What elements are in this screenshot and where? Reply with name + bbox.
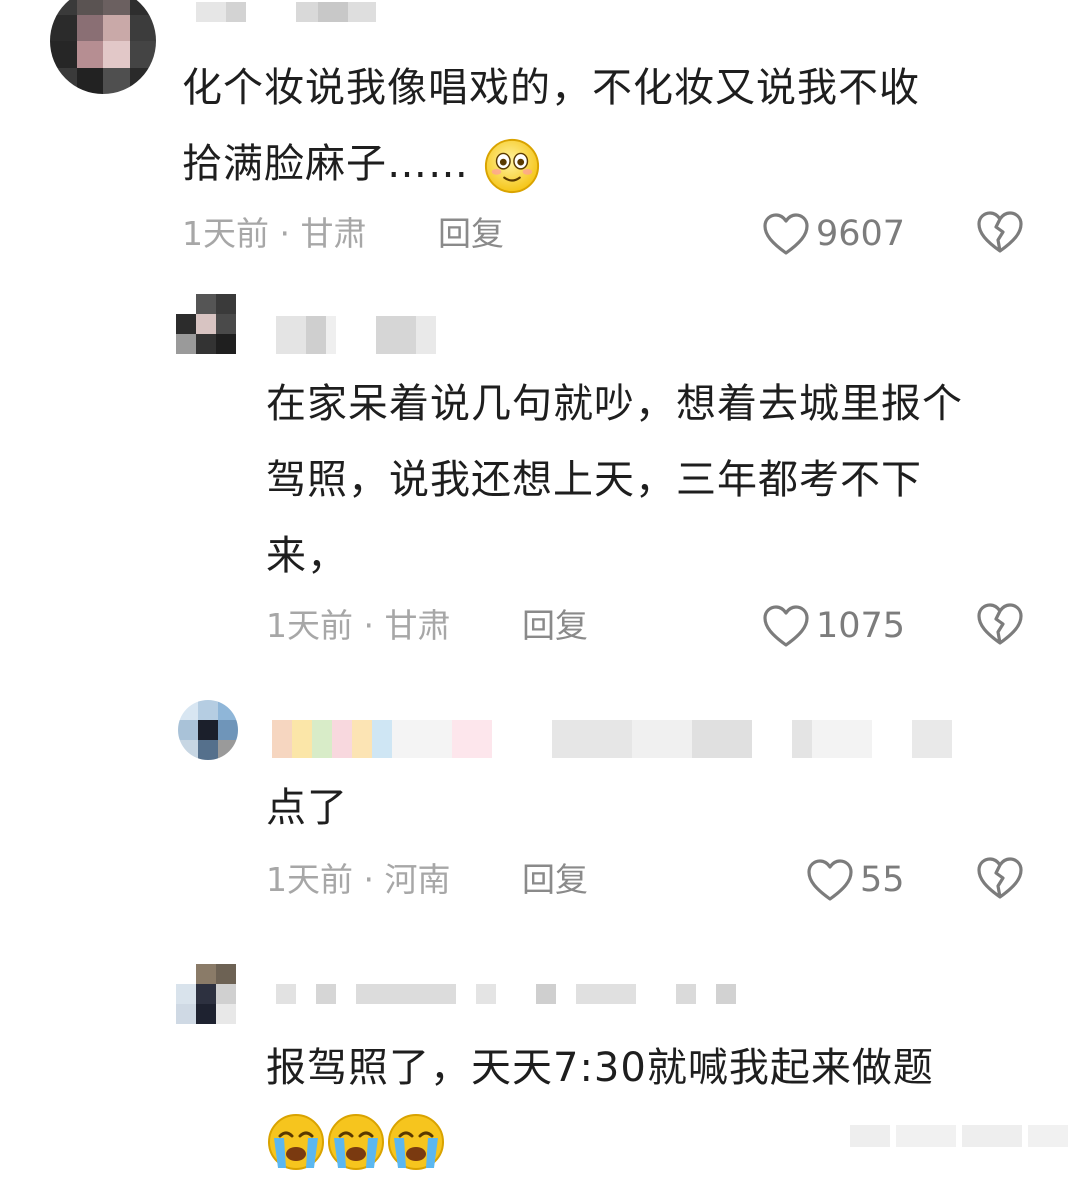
avatar[interactable] [176, 964, 236, 1024]
crying-face-icon [268, 1114, 324, 1170]
avatar[interactable] [50, 0, 156, 94]
username-blurred[interactable] [272, 720, 952, 758]
like-button[interactable]: 9607 [762, 212, 905, 256]
comment-time-location: 1天前 · 甘肃 [182, 214, 367, 253]
username-blurred[interactable] [276, 316, 436, 354]
smiling-face-icon [484, 138, 539, 194]
avatar[interactable] [176, 294, 236, 354]
reply-button[interactable]: 回复 [522, 606, 588, 646]
like-count: 55 [860, 860, 905, 900]
comment-text: 在家呆着说几句就吵，想着去城里报个 驾照，说我还想上天，三年都考不下 来， [266, 381, 963, 579]
username-blurred[interactable] [276, 984, 736, 1004]
comment-text: 报驾照了，天天7:30就喊我起来做题 [266, 1030, 1066, 1178]
comment-text: 点了 [266, 785, 348, 831]
username-blurred[interactable] [196, 2, 376, 22]
crying-face-icon [328, 1114, 384, 1170]
broken-heart-icon[interactable] [976, 856, 1024, 900]
heart-icon [763, 213, 809, 255]
like-button[interactable]: 1075 [762, 604, 905, 648]
crying-face-icon [388, 1114, 444, 1170]
comment-time-location: 1天前 · 河南 [266, 860, 451, 899]
heart-icon [807, 859, 853, 901]
reply-button[interactable]: 回复 [522, 860, 588, 900]
comment-text: 化个妆说我像唱戏的，不化妆又说我不收 拾满脸麻子…… [182, 50, 1042, 202]
comment-time-location: 1天前 · 甘肃 [266, 606, 451, 645]
like-count: 9607 [816, 214, 906, 254]
broken-heart-icon[interactable] [976, 210, 1024, 254]
like-count: 1075 [816, 606, 906, 646]
heart-icon [763, 605, 809, 647]
like-button[interactable]: 55 [806, 858, 905, 902]
avatar[interactable] [178, 700, 238, 760]
reply-button[interactable]: 回复 [438, 214, 504, 254]
broken-heart-icon[interactable] [976, 602, 1024, 646]
watermark-blurred [850, 1125, 1068, 1147]
